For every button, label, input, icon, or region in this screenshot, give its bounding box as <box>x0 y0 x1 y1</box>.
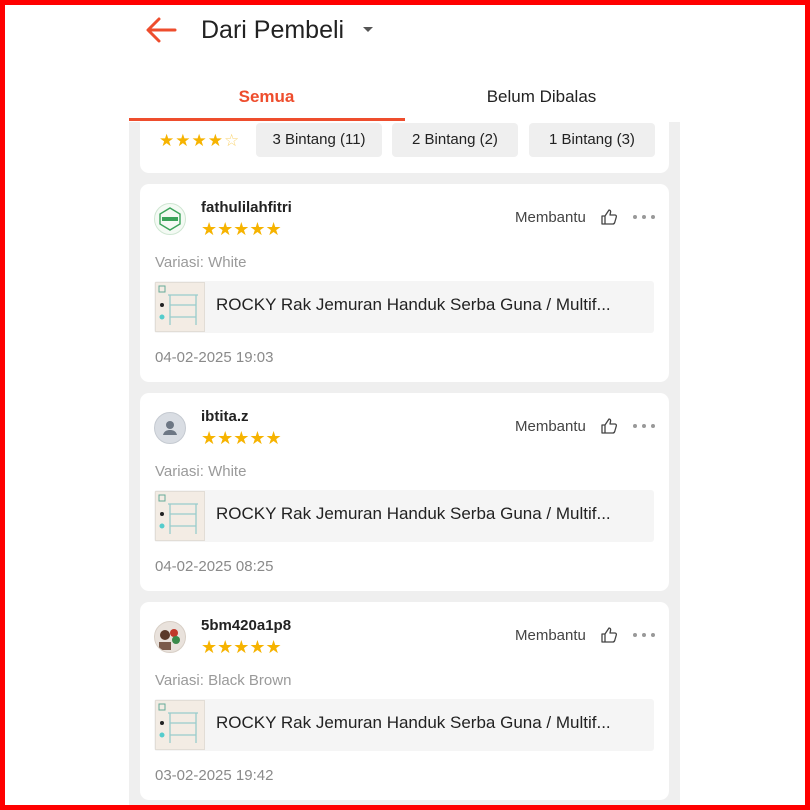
review-rating-stars: ★★★★★ <box>201 428 282 448</box>
filter-chip-3-stars[interactable]: 3 Bintang (11) <box>256 123 382 157</box>
tab-unreplied[interactable]: Belum Dibalas <box>404 84 679 110</box>
more-horizontal-icon[interactable] <box>632 627 656 643</box>
top-bar: Dari Pembeli Semua Belum Dibalas <box>129 0 680 122</box>
review-timestamp: 03-02-2025 19:42 <box>155 767 274 784</box>
avatar[interactable] <box>154 621 186 653</box>
product-link[interactable]: ROCKY Rak Jemuran Handuk Serba Guna / Mu… <box>154 490 654 542</box>
thumbs-up-icon[interactable] <box>600 626 618 644</box>
product-name: ROCKY Rak Jemuran Handuk Serba Guna / Mu… <box>216 713 611 732</box>
review-card: 5bm420a1p8 ★★★★★ Membantu Variasi: Black… <box>140 602 669 800</box>
filter-chip-2-stars[interactable]: 2 Bintang (2) <box>392 123 518 157</box>
photo-avatar-icon <box>159 629 180 650</box>
review-username: ibtita.z <box>201 408 249 425</box>
review-rating-stars: ★★★★★ <box>201 637 282 657</box>
filter-chip-1-star[interactable]: 1 Bintang (3) <box>529 123 655 157</box>
product-thumbnail <box>155 700 205 750</box>
helpful-label[interactable]: Membantu <box>515 627 586 644</box>
tab-all[interactable]: Semua <box>129 84 404 110</box>
review-variation: Variasi: White <box>155 463 247 480</box>
avatar[interactable] <box>154 412 186 444</box>
review-timestamp: 04-02-2025 19:03 <box>155 349 274 366</box>
caret-down-icon[interactable] <box>363 27 373 32</box>
product-link[interactable]: ROCKY Rak Jemuran Handuk Serba Guna / Mu… <box>154 699 654 751</box>
review-variation: Variasi: Black Brown <box>155 672 292 689</box>
arrow-left-icon[interactable] <box>143 14 179 46</box>
product-thumbnail <box>155 282 205 332</box>
filter-star-empty-icon: ☆ <box>223 131 241 150</box>
product-name: ROCKY Rak Jemuran Handuk Serba Guna / Mu… <box>216 295 611 314</box>
thumbs-up-icon[interactable] <box>600 417 618 435</box>
page-title[interactable]: Dari Pembeli <box>201 14 344 46</box>
review-username: fathulilahfitri <box>201 199 292 216</box>
rating-filter-bar: ★★★★☆ 3 Bintang (11) 2 Bintang (2) 1 Bin… <box>140 122 669 173</box>
more-horizontal-icon[interactable] <box>632 418 656 434</box>
active-tab-indicator <box>129 118 405 121</box>
four-star-filter[interactable]: ★★★★☆ <box>159 131 240 151</box>
thumbs-up-icon[interactable] <box>600 208 618 226</box>
app-screen: Dari Pembeli Semua Belum Dibalas ★★★★☆ 3… <box>129 0 680 810</box>
review-timestamp: 04-02-2025 08:25 <box>155 558 274 575</box>
default-user-icon <box>163 421 177 435</box>
review-username: 5bm420a1p8 <box>201 617 292 634</box>
filter-stars-filled: ★★★★ <box>159 131 224 150</box>
more-horizontal-icon[interactable] <box>632 209 656 225</box>
helpful-label[interactable]: Membantu <box>515 209 586 226</box>
product-name: ROCKY Rak Jemuran Handuk Serba Guna / Mu… <box>216 504 611 523</box>
review-variation: Variasi: White <box>155 254 247 271</box>
helpful-label[interactable]: Membantu <box>515 418 586 435</box>
review-card: ibtita.z ★★★★★ Membantu Variasi: White R… <box>140 393 669 591</box>
avatar[interactable] <box>154 203 186 235</box>
product-link[interactable]: ROCKY Rak Jemuran Handuk Serba Guna / Mu… <box>154 281 654 333</box>
review-rating-stars: ★★★★★ <box>201 219 282 239</box>
review-card: fathulilahfitri ★★★★★ Membantu Variasi: … <box>140 184 669 382</box>
product-thumbnail <box>155 491 205 541</box>
logo-avatar-icon <box>159 207 181 231</box>
